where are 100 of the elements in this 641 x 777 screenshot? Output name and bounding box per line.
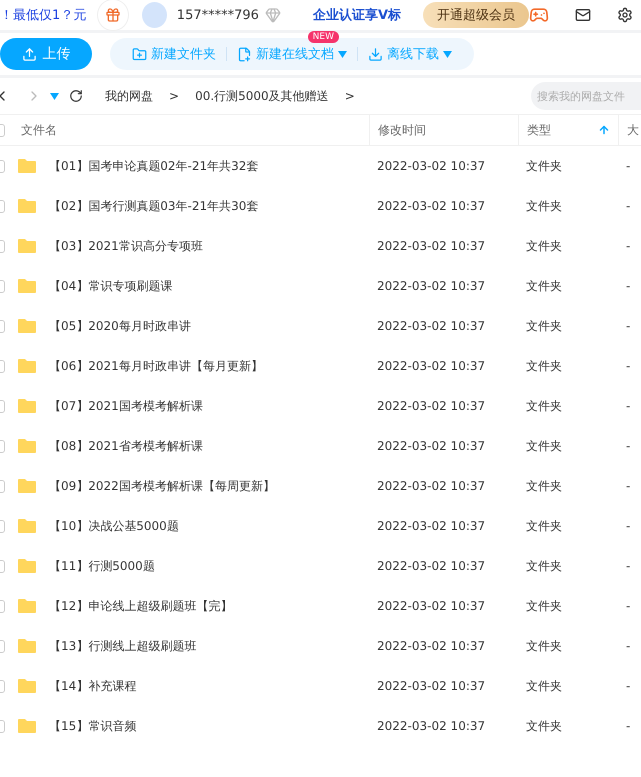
file-type: 文件夹	[525, 238, 563, 254]
folder-icon	[17, 598, 37, 614]
breadcrumb-item[interactable]: 我的网盘	[105, 88, 153, 104]
breadcrumb-separator: >	[169, 89, 180, 103]
gift-button[interactable]	[97, 0, 129, 31]
file-name[interactable]: 【14】补充课程	[49, 678, 136, 694]
folder-icon	[17, 358, 37, 374]
column-header[interactable]: 大	[618, 115, 641, 145]
refresh-icon[interactable]	[69, 89, 83, 103]
settings-icon[interactable]	[617, 7, 633, 23]
sort-arrow-icon	[598, 124, 610, 136]
folder-icon	[17, 198, 37, 214]
file-size: -	[625, 159, 632, 173]
modified-time: 2022-03-02 10:37	[376, 319, 486, 333]
modified-time: 2022-03-02 10:37	[376, 439, 486, 453]
file-name[interactable]: 【03】2021常识高分专项班	[49, 238, 203, 254]
modified-time: 2022-03-02 10:37	[376, 239, 486, 253]
modified-time: 2022-03-02 10:37	[376, 359, 486, 373]
file-size: -	[625, 599, 632, 613]
file-name[interactable]: 【09】2022国考模考解析课【每周更新】	[49, 478, 275, 494]
file-type: 文件夹	[525, 318, 563, 334]
column-header[interactable]: 类型	[518, 115, 618, 145]
upload-icon	[22, 46, 36, 62]
file-name[interactable]: 【04】常识专项刷题课	[49, 278, 172, 294]
folder-plus-icon	[132, 46, 147, 62]
modified-time: 2022-03-02 10:37	[376, 639, 486, 653]
file-name[interactable]: 【08】2021省考模考解析课	[49, 438, 203, 454]
new-badge: NEW	[308, 31, 339, 43]
enterprise-link[interactable]: 企业认证享V标	[312, 6, 401, 24]
file-type: 文件夹	[525, 198, 563, 214]
column-header[interactable]: 文件名	[17, 115, 369, 145]
file-name[interactable]: 【10】决战公基5000题	[49, 518, 179, 534]
vip-button[interactable]: 开通超级会员	[423, 2, 529, 28]
file-name[interactable]: 【13】行测线上超级刷题班	[49, 638, 196, 654]
folder-icon	[17, 158, 37, 174]
file-type: 文件夹	[525, 638, 563, 654]
file-size: -	[625, 559, 632, 573]
folder-icon	[17, 678, 37, 694]
file-name[interactable]: 【02】国考行测真题03年-21年共30套	[49, 198, 258, 214]
file-type: 文件夹	[525, 278, 563, 294]
breadcrumb-separator: >	[344, 89, 355, 103]
modified-time: 2022-03-02 10:37	[376, 479, 486, 493]
file-size: -	[625, 239, 632, 253]
file-type: 文件夹	[525, 678, 563, 694]
modified-time: 2022-03-02 10:37	[376, 199, 486, 213]
file-size: -	[625, 199, 632, 213]
folder-icon	[17, 478, 37, 494]
file-size: -	[625, 679, 632, 693]
promo-text[interactable]: ！最低仅1？元	[0, 6, 90, 24]
file-type: 文件夹	[525, 398, 563, 414]
folder-icon	[17, 718, 37, 734]
download-icon	[368, 46, 383, 62]
file-type: 文件夹	[525, 358, 563, 374]
file-type: 文件夹	[525, 438, 563, 454]
file-name[interactable]: 【12】申论线上超级刷题班【完】	[49, 598, 232, 614]
modified-time: 2022-03-02 10:37	[376, 399, 486, 413]
column-header[interactable]: 修改时间	[369, 115, 518, 145]
document-plus-icon	[237, 46, 252, 62]
file-name[interactable]: 【07】2021国考模考解析课	[49, 398, 203, 414]
breadcrumb-item[interactable]: 00.行测5000及其他赠送	[195, 88, 329, 104]
folder-icon	[17, 638, 37, 654]
file-size: -	[625, 279, 632, 293]
file-size: -	[625, 399, 632, 413]
file-size: -	[625, 359, 632, 373]
mail-icon[interactable]	[575, 7, 591, 23]
folder-icon	[17, 398, 37, 414]
caret-icon	[50, 92, 59, 100]
file-size: -	[625, 519, 632, 533]
modified-time: 2022-03-02 10:37	[376, 599, 486, 613]
file-type: 文件夹	[525, 518, 563, 534]
folder-icon	[17, 318, 37, 334]
folder-icon	[17, 278, 37, 294]
file-size: -	[625, 439, 632, 453]
folder-icon	[17, 238, 37, 254]
file-size: -	[625, 719, 632, 733]
user-name: 157*****796	[176, 8, 259, 22]
folder-icon	[17, 558, 37, 574]
folder-icon	[17, 518, 37, 534]
file-size: -	[625, 639, 632, 653]
modified-time: 2022-03-02 10:37	[376, 159, 486, 173]
folder-icon	[17, 438, 37, 454]
file-type: 文件夹	[525, 598, 563, 614]
file-type: 文件夹	[525, 718, 563, 734]
file-name[interactable]: 【05】2020每月时政串讲	[49, 318, 191, 334]
gift-icon	[104, 7, 121, 23]
file-name[interactable]: 【01】国考申论真题02年-21年共32套	[49, 158, 258, 174]
modified-time: 2022-03-02 10:37	[376, 519, 486, 533]
search-field[interactable]: 搜索我的网盘文件	[530, 82, 641, 110]
file-type: 文件夹	[525, 158, 563, 174]
file-name[interactable]: 【15】常识音频	[49, 718, 136, 734]
modified-time: 2022-03-02 10:37	[376, 279, 486, 293]
file-size: -	[625, 479, 632, 493]
modified-time: 2022-03-02 10:37	[376, 679, 486, 693]
file-name[interactable]: 【06】2021每月时政串讲【每月更新】	[49, 358, 263, 374]
diamond-icon	[264, 7, 281, 23]
file-name[interactable]: 【11】行测5000题	[49, 558, 155, 574]
avatar[interactable]	[142, 2, 167, 28]
file-size: -	[625, 319, 632, 333]
modified-time: 2022-03-02 10:37	[376, 719, 486, 733]
file-type: 文件夹	[525, 478, 563, 494]
